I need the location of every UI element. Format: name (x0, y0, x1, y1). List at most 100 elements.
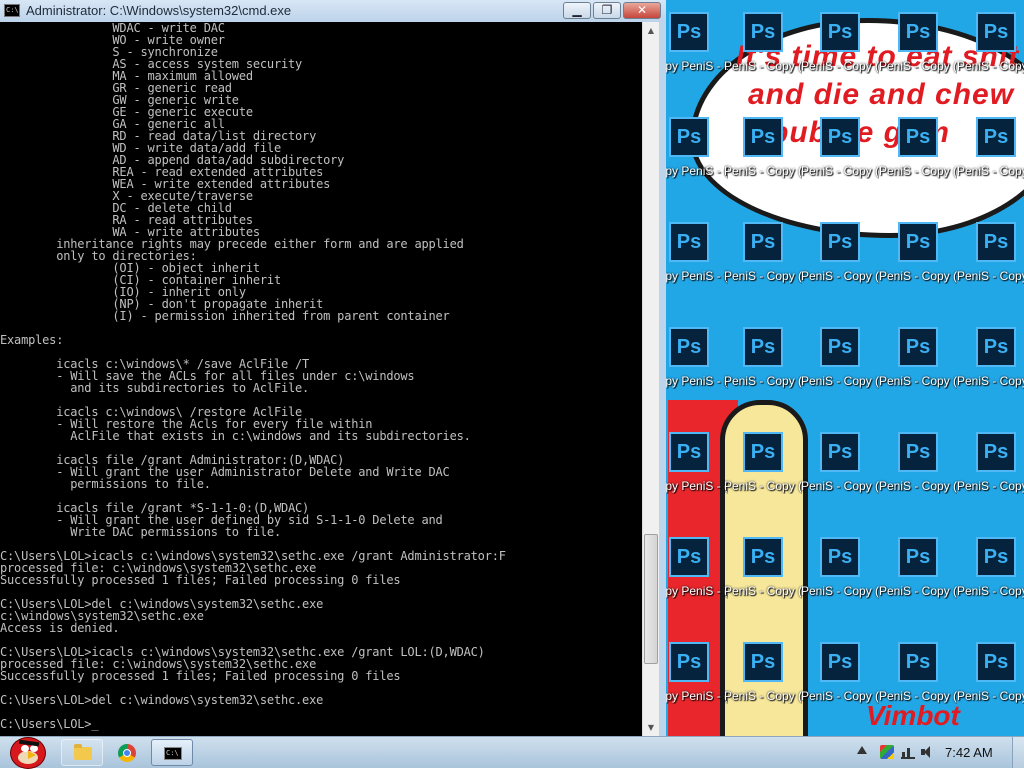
desktop-icon[interactable]: Ps PeniS - Copy (23) (724, 216, 802, 316)
photoshop-file-icon: Ps (743, 432, 783, 472)
photoshop-file-icon: Ps (669, 642, 709, 682)
desktop-icon[interactable]: Ps PeniS - Copy (26) (801, 111, 879, 211)
desktop-icon-label: PeniS - Copy (30) (879, 269, 957, 283)
window-frame (659, 22, 666, 736)
start-button-angry-bird-icon[interactable] (2, 731, 50, 769)
photoshop-file-icon: Ps (898, 537, 938, 577)
scroll-down-arrow-icon[interactable]: ▼ (643, 719, 659, 736)
show-hidden-icons-arrow-icon[interactable] (857, 746, 867, 754)
photoshop-file-icon: Ps (898, 327, 938, 367)
cmd-window[interactable]: C:\ Administrator: C:\Windows\system32\c… (0, 0, 666, 736)
taskbar-cmd-button[interactable]: C:\ (151, 739, 193, 766)
desktop-icon-label: PeniS - Copy (27) (801, 374, 879, 388)
network-icon[interactable] (901, 745, 915, 759)
photoshop-file-icon: Ps (898, 12, 938, 52)
desktop-icon[interactable]: Ps PeniS - Copy (30)... (879, 111, 957, 211)
taskbar-explorer-button[interactable] (61, 739, 103, 766)
console-line: Successfully processed 1 files; Failed p… (0, 669, 401, 683)
desktop-icon[interactable]: Ps PeniS - Copy (33)... (957, 6, 1024, 106)
photoshop-file-icon: Ps (669, 12, 709, 52)
desktop-icon-label: PeniS - Copy (26) (801, 164, 879, 178)
photoshop-file-icon: Ps (976, 12, 1016, 52)
desktop-icon-label: PeniS - Copy (32) (879, 689, 957, 703)
desktop-icon[interactable]: Ps PeniS - Copy (24) (724, 426, 802, 526)
desktop-icon-label: PeniS - Copy (33)... (957, 59, 1024, 73)
photoshop-file-icon: Ps (743, 327, 783, 367)
desktop-icon[interactable]: Ps PeniS - Copy (28)... (801, 426, 879, 526)
photoshop-file-icon: Ps (743, 642, 783, 682)
desktop-icon-label: PeniS - Copy (32)... (879, 584, 957, 598)
vertical-scrollbar[interactable]: ▲ ▼ (642, 22, 659, 736)
desktop-icon[interactable]: Ps PeniS - Copy (35) (957, 531, 1024, 631)
photoshop-file-icon: Ps (669, 117, 709, 157)
desktop-icon[interactable]: Ps PeniS - Copy (25)... (724, 531, 802, 631)
desktop-icon[interactable]: Ps PeniS - Copy (32)... (879, 531, 957, 631)
desktop-icon-label: PeniS - Copy (33) (957, 164, 1024, 178)
desktop-icon[interactable]: Ps PeniS - Copy (28) (801, 531, 879, 631)
desktop-icon[interactable]: Ps PeniS - Copy (31) (879, 426, 957, 526)
desktop-icon[interactable]: Ps PeniS - Copy (35)... (957, 426, 1024, 526)
minimize-button[interactable]: ▁ (563, 2, 591, 19)
scrollbar-thumb[interactable] (644, 534, 658, 664)
desktop-icon[interactable]: Ps PeniS - Copy (34) (957, 321, 1024, 421)
desktop-icon-label: PeniS - Copy (34)... (957, 269, 1024, 283)
desktop-icon[interactable]: Ps PeniS - Copy (34)... (957, 216, 1024, 316)
desktop-icon-label: PeniS - Copy (27)... (801, 269, 879, 283)
scroll-up-arrow-icon[interactable]: ▲ (643, 22, 659, 39)
desktop-icon-label: PeniS - Copy (29)... (801, 689, 879, 703)
desktop-icon-label: PeniS - Copy (28) (801, 584, 879, 598)
desktop-icon-label: PeniS - Copy (31)... (879, 374, 957, 388)
desktop-icon-label: PeniS - Copy (35)... (957, 479, 1024, 493)
desktop-icon[interactable]: Ps PeniS - Copy (23)... (724, 111, 802, 211)
desktop-icon[interactable]: Ps PeniS - Copy (32) (879, 636, 957, 736)
desktop-icon[interactable]: Ps PeniS - Copy (27) (801, 321, 879, 421)
title-bar[interactable]: C:\ Administrator: C:\Windows\system32\c… (0, 0, 666, 22)
desktop-icon-label: PeniS - Copy (25)... (724, 584, 802, 598)
console-line: and its subdirectories to AclFile. (0, 381, 310, 395)
photoshop-file-icon: Ps (669, 432, 709, 472)
desktop-icon-label: PeniS - Copy (28)... (801, 479, 879, 493)
photoshop-file-icon: Ps (743, 222, 783, 262)
desktop-icon[interactable]: Ps PeniS - Copy (29)... (801, 636, 879, 736)
taskbar-chrome-button[interactable] (106, 739, 148, 766)
close-button[interactable]: ✕ (623, 2, 661, 19)
photoshop-file-icon: Ps (898, 222, 938, 262)
desktop-icon[interactable]: Ps PeniS - Copy (29) (879, 6, 957, 106)
desktop-icon-label: PeniS - Copy (30)... (879, 164, 957, 178)
photoshop-file-icon: Ps (669, 327, 709, 367)
volume-icon[interactable] (920, 745, 934, 759)
cmd-app-icon[interactable]: C:\ (4, 4, 20, 17)
console-output[interactable]: WDAC - write DAC WO - write owner S - sy… (0, 22, 642, 736)
desktop-icon[interactable]: Ps PeniS - Copy (36)... (957, 636, 1024, 736)
desktop-icon[interactable]: Ps PeniS - Copy (25) (724, 636, 802, 736)
photoshop-file-icon: Ps (820, 222, 860, 262)
desktop-icon[interactable]: Ps PeniS - Copy (30) (879, 216, 957, 316)
desktop-icon[interactable]: Ps PeniS - Copy (26)... (801, 6, 879, 106)
desktop-icon[interactable]: Ps PeniS - Copy (27)... (801, 216, 879, 316)
desktop-icon-label: PeniS - Copy (24) (724, 479, 802, 493)
desktop-icon-label: PeniS - Copy (31) (879, 479, 957, 493)
desktop-icon[interactable]: Ps PeniS - Copy (22) (724, 6, 802, 106)
photoshop-file-icon: Ps (976, 222, 1016, 262)
photoshop-file-icon: Ps (898, 432, 938, 472)
photoshop-file-icon: Ps (976, 642, 1016, 682)
photoshop-file-icon: Ps (976, 537, 1016, 577)
desktop-icon[interactable]: Ps PeniS - Copy (33) (957, 111, 1024, 211)
desktop-icon-label: PeniS - Copy (22) (724, 59, 802, 73)
photoshop-file-icon: Ps (820, 642, 860, 682)
maximize-button[interactable]: ❐ (593, 2, 621, 19)
chrome-icon (118, 744, 136, 762)
action-center-flag-icon[interactable] (880, 745, 894, 759)
desktop-icon-label: PeniS - Copy (23) (724, 269, 802, 283)
photoshop-file-icon: Ps (820, 537, 860, 577)
desktop-icon[interactable]: Ps PeniS - Copy (31)... (879, 321, 957, 421)
photoshop-file-icon: Ps (669, 537, 709, 577)
photoshop-file-icon: Ps (898, 642, 938, 682)
photoshop-file-icon: Ps (976, 432, 1016, 472)
taskbar: C:\ 7:42 AM (0, 736, 1024, 769)
desktop-icon[interactable]: Ps PeniS - Copy (24)... (724, 321, 802, 421)
show-desktop-button[interactable] (1012, 737, 1024, 768)
window-title: Administrator: C:\Windows\system32\cmd.e… (26, 3, 292, 18)
taskbar-clock[interactable]: 7:42 AM (945, 745, 993, 760)
desktop-icon-label: PeniS - Copy (23)... (724, 164, 802, 178)
